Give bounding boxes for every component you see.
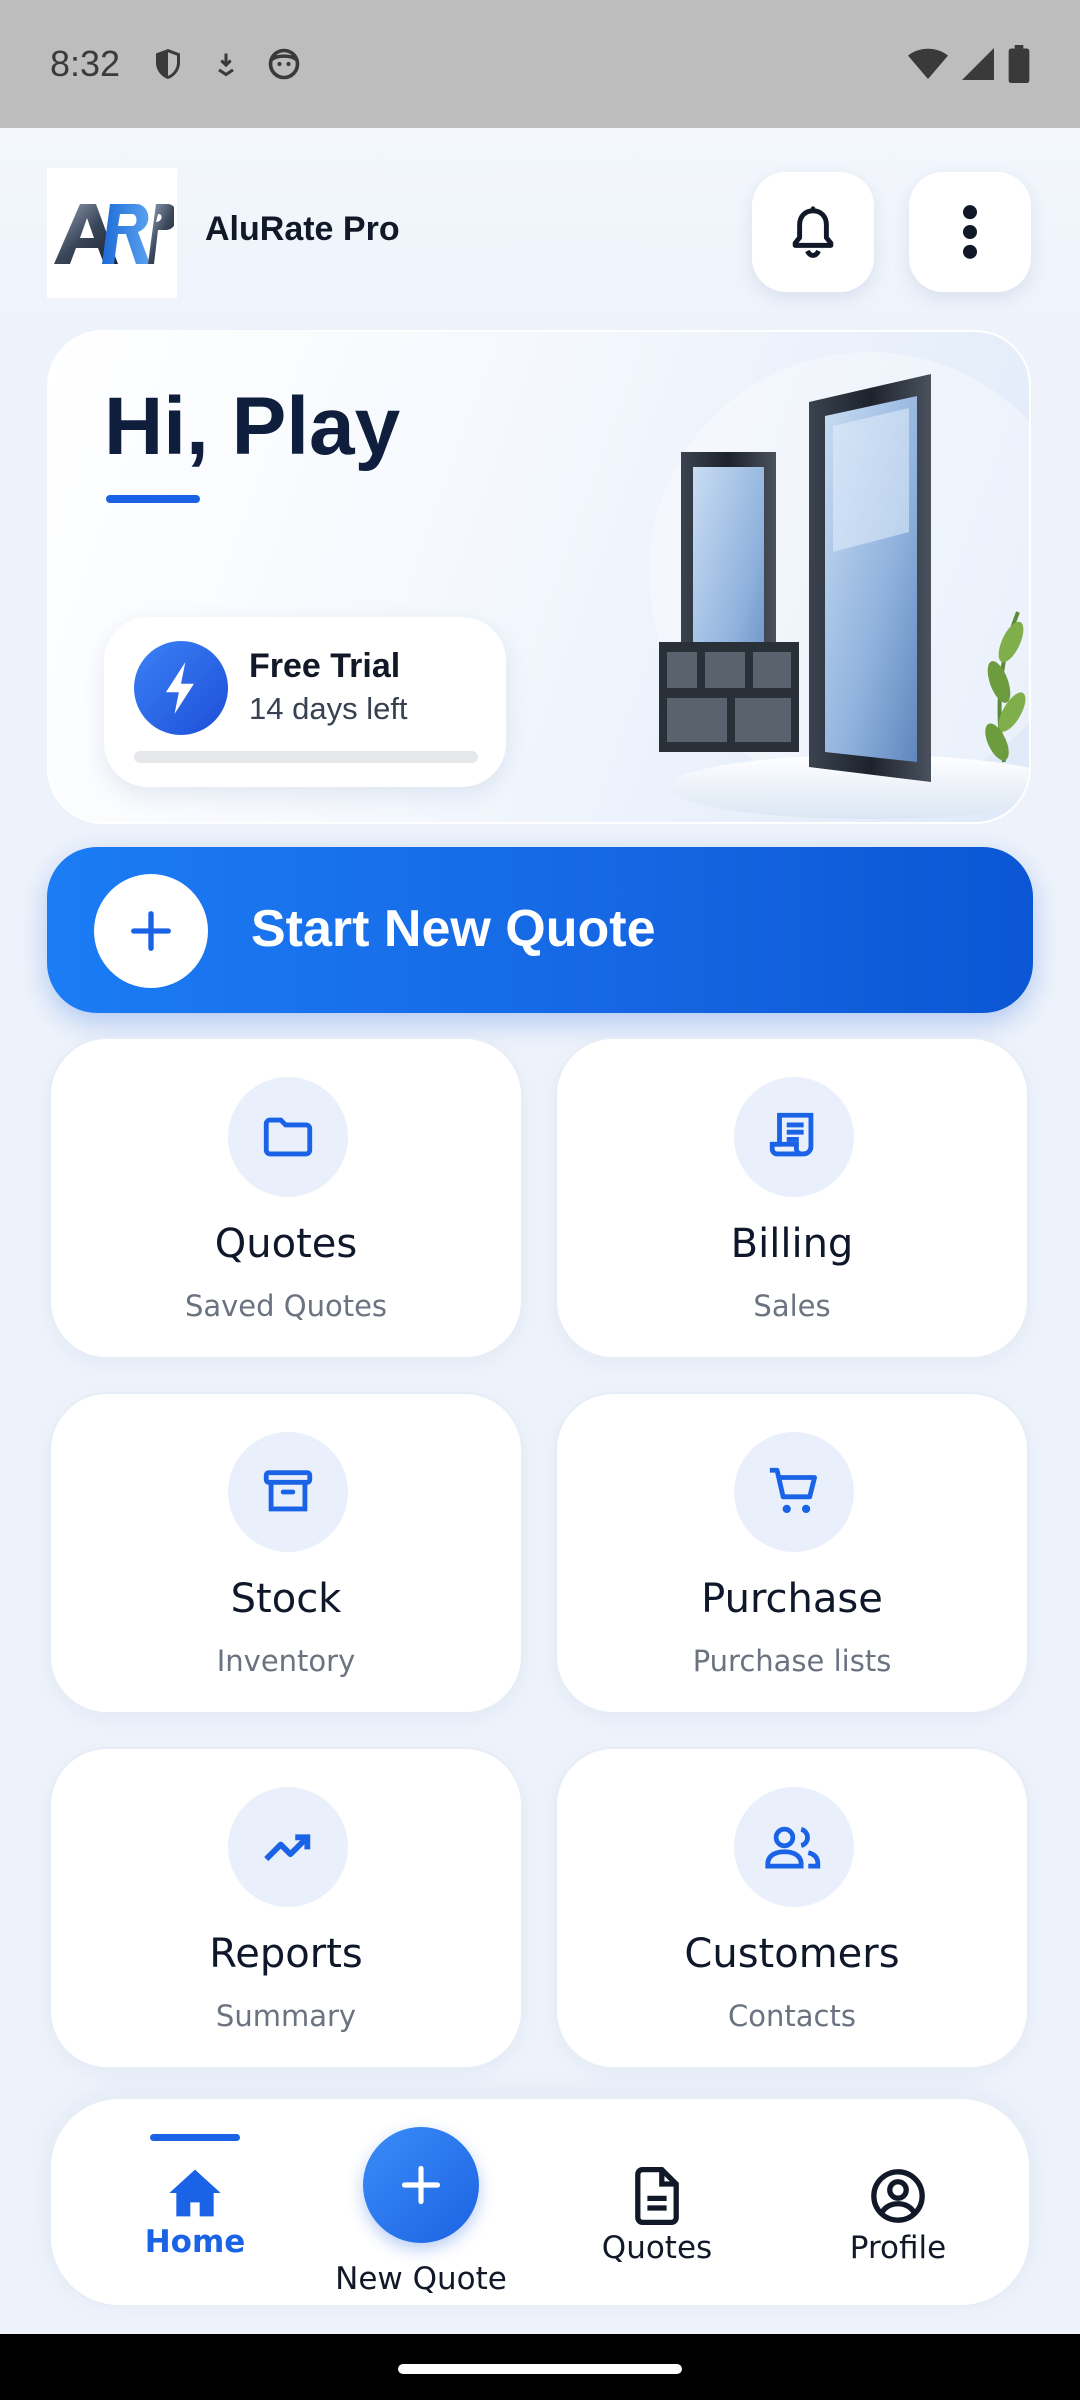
trending-up-icon (228, 1787, 348, 1907)
folder-icon (228, 1077, 348, 1197)
nav-new-quote[interactable]: New Quote (329, 2127, 513, 2297)
tile-subtitle: Inventory (216, 1644, 356, 1678)
account-circle-icon (871, 2169, 925, 2223)
home-icon (169, 2169, 221, 2217)
nav-quotes[interactable]: Quotes (592, 2166, 722, 2266)
cart-icon (734, 1432, 854, 1552)
tile-title: Customers (684, 1931, 900, 1977)
wifi-icon (908, 48, 948, 79)
notifications-button[interactable] (752, 172, 874, 292)
tile-stock[interactable]: Stock Inventory (49, 1392, 523, 1714)
greeting-title: Hi, Play (104, 381, 401, 472)
nav-profile[interactable]: Profile (833, 2167, 963, 2266)
start-new-quote-button[interactable]: Start New Quote (47, 847, 1033, 1013)
nav-home-label: Home (144, 2224, 246, 2260)
tile-subtitle: Purchase lists (692, 1644, 892, 1678)
plus-icon (94, 874, 208, 988)
tile-title: Reports (209, 1931, 363, 1977)
nav-home[interactable]: Home (139, 2134, 251, 2260)
battery-icon (1008, 45, 1030, 83)
app-header: AluRate Pro (0, 128, 1080, 334)
more-options-button[interactable] (909, 172, 1031, 292)
document-icon (635, 2166, 679, 2226)
nav-new-quote-label: New Quote (335, 2261, 507, 2297)
tile-billing[interactable]: Billing Sales (555, 1037, 1029, 1359)
bell-icon (792, 206, 834, 258)
bottom-navigation: Home New Quote Quotes Profile (49, 2097, 1031, 2307)
people-icon (734, 1787, 854, 1907)
shield-icon (156, 49, 181, 79)
tile-title: Purchase (701, 1576, 883, 1622)
trial-title: Free Trial (249, 647, 401, 685)
aluminium-window-illustration (649, 352, 1029, 819)
active-indicator (150, 2134, 240, 2141)
status-bar: 8:32 (0, 0, 1080, 128)
greeting-underline (106, 495, 200, 503)
free-trial-card[interactable]: Free Trial 14 days left (104, 617, 506, 787)
system-gesture-bar (0, 2334, 1080, 2400)
trial-days-left: 14 days left (249, 691, 408, 726)
more-vertical-icon (963, 205, 977, 259)
tile-subtitle: Sales (753, 1289, 831, 1323)
trial-progress-bar (134, 751, 478, 763)
nav-quotes-label: Quotes (601, 2230, 713, 2266)
tile-subtitle: Saved Quotes (184, 1289, 388, 1323)
tile-purchase[interactable]: Purchase Purchase lists (555, 1392, 1029, 1714)
lightning-icon (134, 641, 228, 735)
tile-title: Stock (230, 1576, 342, 1622)
welcome-hero-card: Hi, Play Free Trial 14 days left (47, 330, 1031, 824)
download-shield-icon (218, 53, 234, 77)
face-icon (268, 48, 300, 80)
status-notification-icons (150, 44, 302, 84)
archive-icon (228, 1432, 348, 1552)
tile-reports[interactable]: Reports Summary (49, 1747, 523, 2069)
arp-logo-icon (54, 204, 174, 264)
tile-quotes[interactable]: Quotes Saved Quotes (49, 1037, 523, 1359)
app-logo (47, 168, 177, 298)
tile-title: Billing (730, 1221, 854, 1267)
status-time: 8:32 (50, 43, 121, 84)
tile-customers[interactable]: Customers Contacts (555, 1747, 1029, 2069)
plus-icon (363, 2127, 479, 2243)
receipt-icon (734, 1077, 854, 1197)
tile-subtitle: Summary (215, 1999, 357, 2033)
cellular-signal-icon (962, 48, 994, 80)
app-title: AluRate Pro (205, 210, 400, 248)
status-system-icons (908, 45, 1030, 83)
home-gesture-handle[interactable] (398, 2364, 682, 2374)
nav-profile-label: Profile (849, 2230, 947, 2266)
tile-subtitle: Contacts (728, 1999, 856, 2033)
tile-title: Quotes (214, 1221, 358, 1267)
start-new-quote-label: Start New Quote (251, 900, 656, 958)
